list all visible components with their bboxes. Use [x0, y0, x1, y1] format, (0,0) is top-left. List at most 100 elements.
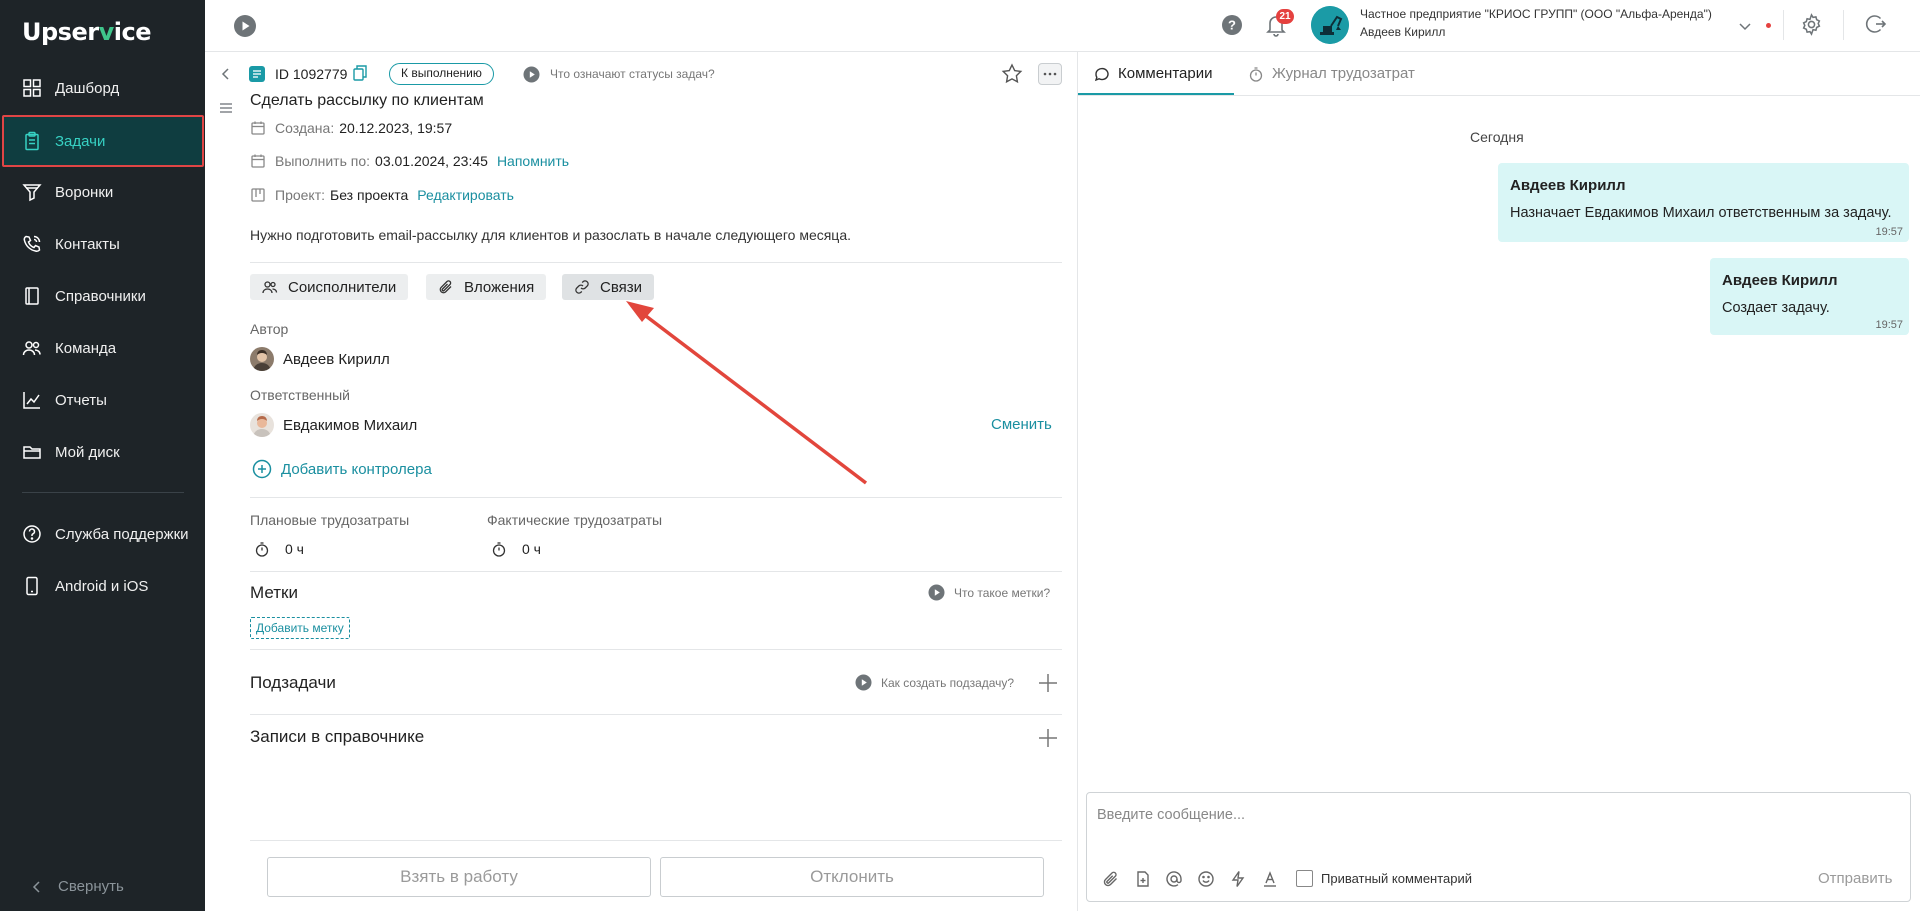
tags-help-label: Что такое метки? — [954, 585, 1051, 600]
tab-comments[interactable]: Комментарии — [1094, 65, 1212, 82]
collapse-sidebar-button[interactable]: Свернуть — [30, 878, 124, 895]
author-person[interactable]: Авдеев Кирилл — [250, 347, 390, 371]
sidebar-item-support[interactable]: Служба поддержки — [0, 508, 205, 560]
sidebar-item-label: Воронки — [55, 183, 114, 201]
project-label: Проект: — [275, 187, 326, 203]
tab-time-log[interactable]: Журнал трудозатрат — [1248, 65, 1415, 82]
comment-message[interactable]: Авдеев Кирилл Назначает Евдакимов Михаил… — [1498, 163, 1909, 242]
add-controller-button[interactable]: Добавить контролера — [252, 459, 432, 479]
sidebar-item-label: Android и iOS — [55, 577, 149, 595]
divider — [250, 649, 1062, 650]
mention-icon[interactable] — [1165, 870, 1183, 888]
logout-icon[interactable] — [1865, 13, 1887, 35]
subtasks-section-title: Подзадачи — [250, 673, 336, 692]
sidebar-item-reports[interactable]: Отчеты — [0, 374, 205, 426]
sidebar-item-tasks[interactable]: Задачи — [2, 115, 204, 167]
tab-label: Журнал трудозатрат — [1272, 65, 1415, 82]
responsible-person[interactable]: Евдакимов Михаил — [250, 413, 417, 437]
company-avatar[interactable] — [1311, 6, 1349, 44]
chevron-left-icon — [32, 880, 40, 893]
planned-hours[interactable]: 0 ч — [254, 541, 304, 557]
paperclip-icon[interactable] — [1102, 870, 1120, 888]
send-button[interactable]: Отправить — [1818, 870, 1892, 887]
dashboard-icon — [23, 79, 41, 97]
sidebar-item-dashboard[interactable]: Дашборд — [0, 62, 205, 114]
file-add-icon[interactable] — [1134, 870, 1152, 888]
sidebar-divider — [22, 492, 184, 493]
lightning-icon[interactable] — [1229, 870, 1247, 888]
sidebar-item-label: Контакты — [55, 235, 120, 253]
play-circle-icon[interactable] — [523, 66, 540, 83]
message-author: Авдеев Кирилл — [1510, 177, 1626, 194]
help-icon[interactable]: ? — [1221, 14, 1243, 36]
logo-text-accent: v — [98, 18, 115, 46]
sidebar-item-directories[interactable]: Справочники — [0, 270, 205, 322]
task-status-badge[interactable]: К выполнению — [389, 63, 494, 85]
topbar-divider — [1843, 10, 1844, 40]
panel-divider — [1077, 52, 1078, 911]
attachments-button[interactable]: Вложения — [426, 274, 547, 300]
divider — [250, 497, 1062, 498]
sidebar-item-label: Служба поддержки — [55, 525, 189, 543]
task-description[interactable]: Нужно подготовить email-рассылку для кли… — [250, 227, 851, 243]
comment-message[interactable]: Авдеев Кирилл Создает задачу. 19:57 — [1710, 258, 1909, 335]
play-icon[interactable] — [233, 14, 257, 38]
sidebar-item-label: Мой диск — [55, 443, 120, 461]
remind-link[interactable]: Напомнить — [497, 153, 569, 169]
author-name: Авдеев Кирилл — [283, 350, 390, 368]
sidebar-item-my-disk[interactable]: Мой диск — [0, 426, 205, 478]
task-title[interactable]: Сделать рассылку по клиентам — [250, 92, 484, 110]
logo[interactable]: Upservice — [22, 18, 151, 46]
book-icon — [25, 287, 39, 305]
tags-help-link[interactable]: Что такое метки? — [928, 584, 1050, 601]
chart-line-icon — [23, 392, 40, 409]
play-circle-icon — [928, 584, 945, 601]
responsible-name: Евдакимов Михаил — [283, 416, 418, 434]
sidebar-item-funnels[interactable]: Воронки — [0, 166, 205, 218]
topbar: ? 21 Частное предприятие "КРИОС ГРУПП" (… — [205, 0, 1920, 52]
text-format-icon[interactable] — [1261, 870, 1279, 888]
subtasks-help-link[interactable]: Как создать подзадачу? — [855, 674, 1014, 691]
smartphone-icon — [26, 576, 38, 596]
team-icon — [22, 341, 41, 356]
back-arrow-icon[interactable] — [218, 66, 234, 82]
sidebar-item-mobile[interactable]: Android и iOS — [0, 560, 205, 612]
task-project-row: Проект: Без проекта Редактировать — [250, 187, 514, 203]
message-input[interactable] — [1097, 807, 1797, 823]
star-icon[interactable] — [1001, 63, 1023, 85]
coexecutors-button[interactable]: Соисполнители — [250, 274, 409, 300]
actual-hours[interactable]: 0 ч — [491, 541, 541, 557]
sidebar-item-team[interactable]: Команда — [0, 322, 205, 374]
status-help-link[interactable]: Что означают статусы задач? — [550, 67, 715, 81]
sidebar: Upservice Дашборд Задачи Воронки Контакт… — [0, 0, 205, 911]
change-responsible-link[interactable]: Сменить — [991, 416, 1052, 433]
gear-icon[interactable] — [1800, 13, 1823, 36]
phone-icon — [23, 235, 41, 252]
tabs-border — [1078, 95, 1920, 96]
add-record-plus-icon[interactable] — [1038, 728, 1058, 748]
chat-icon — [1094, 67, 1109, 81]
more-options-button[interactable] — [1038, 63, 1062, 85]
svg-text:?: ? — [1228, 18, 1236, 33]
sidebar-item-label: Справочники — [55, 287, 146, 305]
emoji-icon[interactable] — [1197, 870, 1215, 888]
author-label: Автор — [250, 321, 289, 337]
links-button[interactable]: Связи — [562, 274, 655, 300]
private-comment-label[interactable]: Приватный комментарий — [1321, 871, 1472, 886]
add-tag-button[interactable]: Добавить метку — [250, 617, 350, 639]
edit-project-link[interactable]: Редактировать — [417, 187, 514, 203]
chevron-down-icon[interactable] — [1738, 19, 1752, 33]
sidebar-item-label: Задачи — [55, 132, 106, 150]
reject-button[interactable]: Отклонить — [660, 857, 1044, 897]
current-user-name[interactable]: Авдеев Кирилл — [1360, 25, 1445, 39]
sidebar-item-contacts[interactable]: Контакты — [0, 218, 205, 270]
take-to-work-button[interactable]: Взять в работу — [267, 857, 651, 897]
copy-icon[interactable] — [353, 65, 367, 81]
logo-text-start: Upser — [22, 18, 99, 46]
private-comment-checkbox[interactable] — [1296, 870, 1313, 887]
add-subtask-plus-icon[interactable] — [1038, 673, 1058, 693]
due-value[interactable]: 03.01.2024, 23:45 — [375, 153, 488, 169]
company-name[interactable]: Частное предприятие "КРИОС ГРУПП" (ООО "… — [1360, 7, 1712, 21]
plus-circle-icon — [252, 459, 272, 479]
menu-icon[interactable] — [218, 100, 234, 116]
